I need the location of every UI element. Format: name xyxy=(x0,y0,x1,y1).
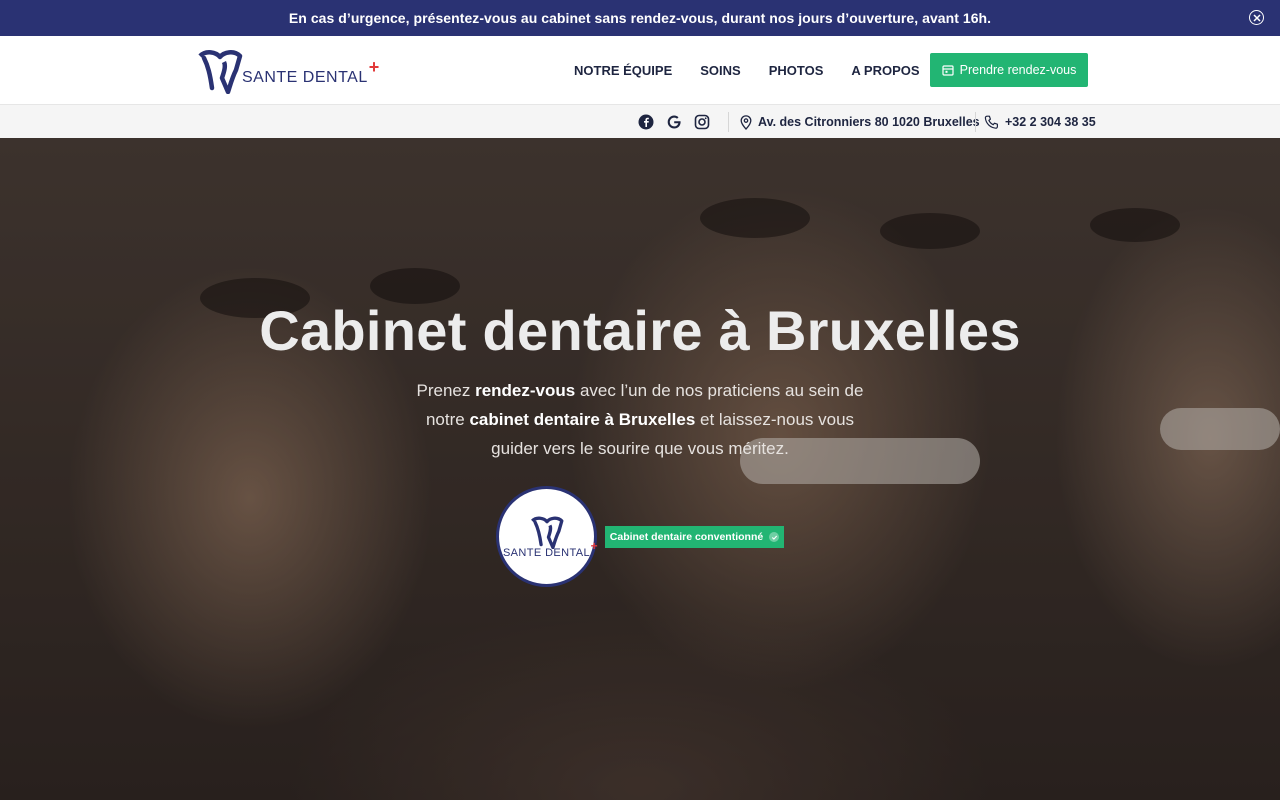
divider xyxy=(728,112,729,132)
nav-soins[interactable]: SOINS xyxy=(686,63,754,78)
badge-plus: + xyxy=(590,538,599,553)
book-appointment-label: Prendre rendez-vous xyxy=(959,63,1077,77)
address-link[interactable]: Av. des Citronniers 80 1020 Bruxelles xyxy=(740,105,980,139)
logo-plus: + xyxy=(368,57,380,77)
nav-a-propos[interactable]: A PROPOS xyxy=(837,63,933,78)
facebook-icon[interactable] xyxy=(638,114,654,130)
announcement-bar: En cas d’urgence, présentez-vous au cabi… xyxy=(0,0,1280,36)
instagram-icon[interactable] xyxy=(694,114,710,130)
social-links xyxy=(638,105,710,139)
hero-section: Cabinet dentaire à Bruxelles Prenez rend… xyxy=(0,138,1280,800)
announcement-text: En cas d’urgence, présentez-vous au cabi… xyxy=(288,10,992,26)
google-icon[interactable] xyxy=(666,114,682,130)
main-nav: NOTRE ÉQUIPE SOINS PHOTOS A PROPOS xyxy=(560,36,934,104)
phone-icon xyxy=(984,115,998,129)
hero-overlay xyxy=(0,138,1280,800)
brand-badge[interactable]: SANTE DENTAL + xyxy=(496,486,599,587)
tooth-logo-icon xyxy=(530,516,563,549)
conventionne-badge: Cabinet dentaire conventionné xyxy=(605,526,784,548)
hero-title: Cabinet dentaire à Bruxelles xyxy=(259,299,1021,362)
logo-wordmark: SANTE DENTAL + xyxy=(242,57,380,86)
nav-photos[interactable]: PHOTOS xyxy=(755,63,838,78)
site-header: SANTE DENTAL + NOTRE ÉQUIPE SOINS PHOTOS… xyxy=(0,36,1280,104)
contact-bar: Av. des Citronniers 80 1020 Bruxelles +3… xyxy=(0,104,1280,138)
conventionne-label: Cabinet dentaire conventionné xyxy=(609,531,764,543)
phone-link[interactable]: +32 2 304 38 35 xyxy=(984,105,1096,139)
nav-notre-equipe[interactable]: NOTRE ÉQUIPE xyxy=(560,63,686,78)
address-text: Av. des Citronniers 80 1020 Bruxelles xyxy=(758,115,980,129)
hero-lead: Prenez rendez-vous avec l’un de nos prat… xyxy=(416,381,864,458)
map-pin-icon xyxy=(740,114,752,130)
phone-text: +32 2 304 38 35 xyxy=(1005,115,1096,129)
close-icon[interactable] xyxy=(1249,10,1264,25)
tooth-logo-icon xyxy=(198,50,243,94)
book-appointment-button[interactable]: Prendre rendez-vous xyxy=(930,53,1088,87)
calendar-icon xyxy=(942,65,954,76)
site-logo[interactable]: SANTE DENTAL + xyxy=(196,46,380,96)
divider xyxy=(975,112,976,132)
badge-wordmark: SANTE DENTAL + xyxy=(502,538,599,559)
check-icon xyxy=(769,532,780,542)
